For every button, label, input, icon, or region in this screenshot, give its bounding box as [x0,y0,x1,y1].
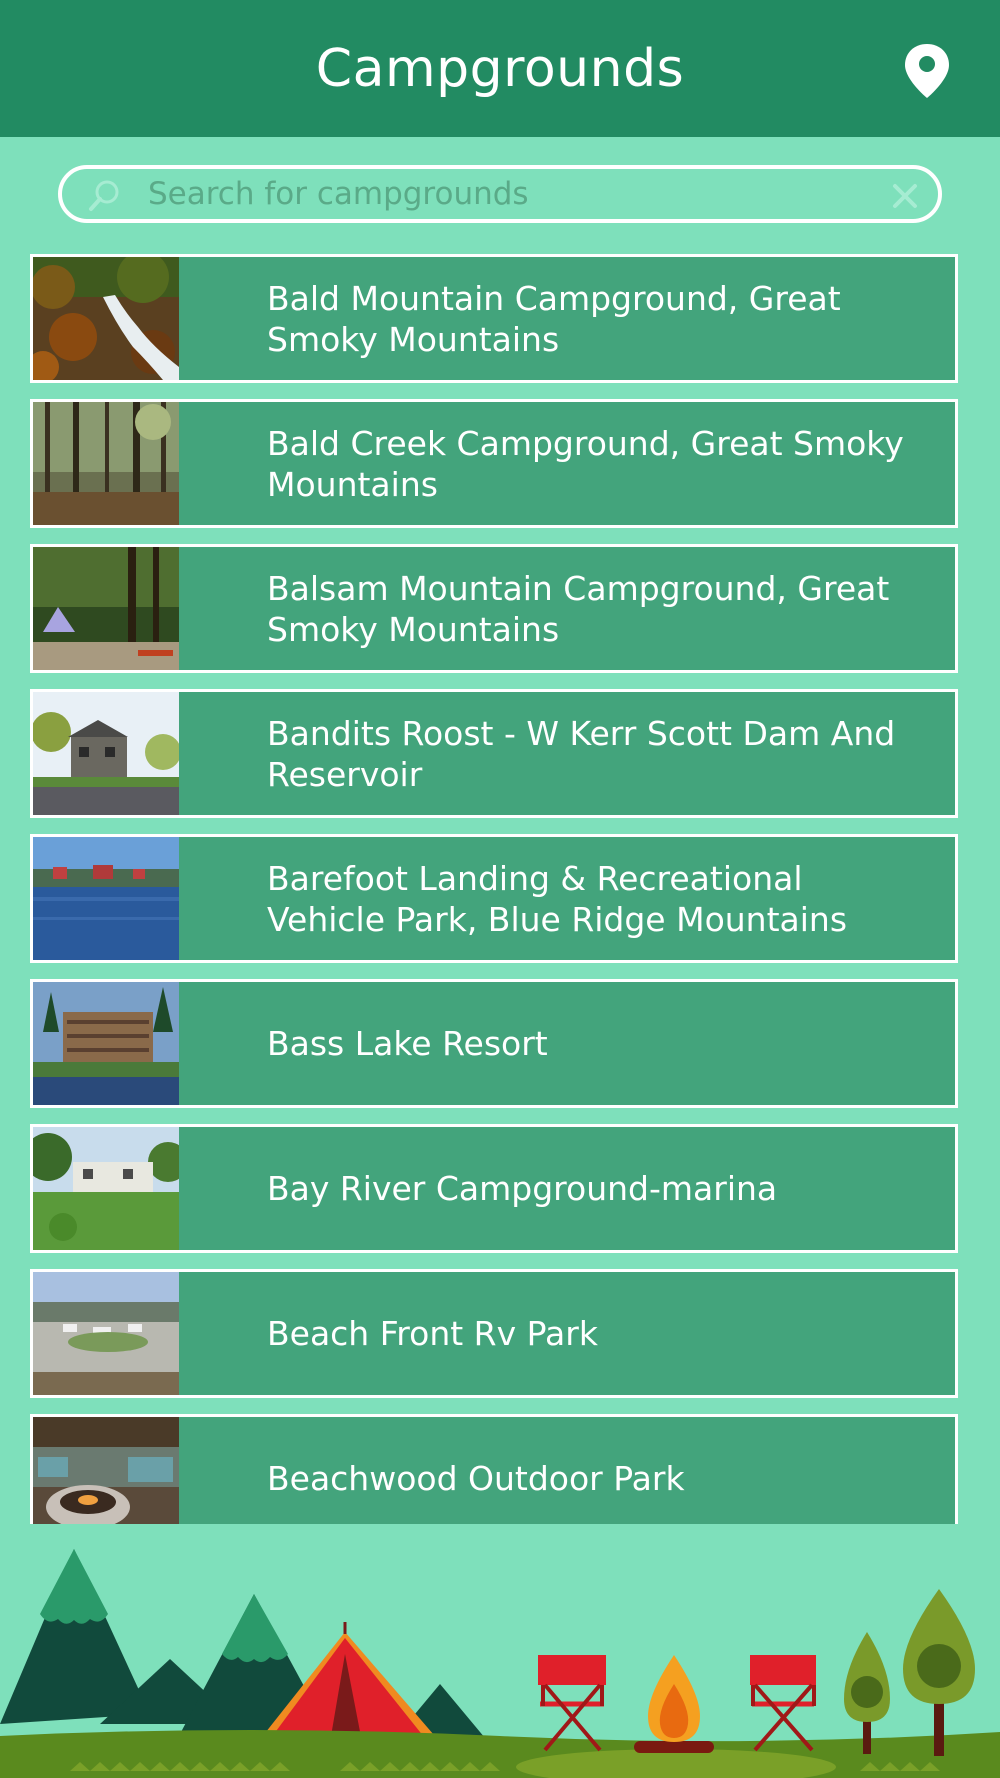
campground-name: Bald Creek Campground, Great Smoky Mount… [267,423,904,504]
campground-item[interactable]: Bald Mountain Campground, Great Smoky Mo… [30,254,958,383]
campground-name: Beachwood Outdoor Park [267,1459,685,1498]
search-bar[interactable] [58,165,942,223]
page-title: Campgrounds [315,38,685,99]
forest-photo [33,402,179,525]
campground-name: Beach Front Rv Park [267,1314,598,1353]
tent-forest-photo [33,547,179,670]
map-pin-icon[interactable] [902,42,952,100]
campground-item[interactable]: Beachwood Outdoor Park [30,1414,958,1524]
campground-name: Bass Lake Resort [267,1024,548,1063]
campground-name: Balsam Mountain Campground, Great Smoky … [267,568,890,649]
fire-pit-photo [33,1417,179,1524]
campground-name: Barefoot Landing & Recreational Vehicle … [267,858,848,939]
campsite-illustration [0,1524,1000,1778]
campground-item[interactable]: Bay River Campground-marina [30,1124,958,1253]
close-icon[interactable] [890,181,920,211]
campground-item[interactable]: Bald Creek Campground, Great Smoky Mount… [30,399,958,528]
campground-name: Bald Mountain Campground, Great Smoky Mo… [267,278,841,359]
search-input[interactable] [148,173,828,215]
lake-photo [33,837,179,960]
rv-park-photo [33,1272,179,1395]
creek-forest-photo [33,257,179,380]
campground-item[interactable]: Barefoot Landing & Recreational Vehicle … [30,834,958,963]
building-photo [33,692,179,815]
house-lawn-photo [33,1127,179,1250]
campground-list[interactable]: Bald Mountain Campground, Great Smoky Mo… [30,254,958,1524]
search-icon [86,178,122,214]
campground-item[interactable]: Balsam Mountain Campground, Great Smoky … [30,544,958,673]
campground-item[interactable]: Bandits Roost - W Kerr Scott Dam And Res… [30,689,958,818]
campground-name: Bandits Roost - W Kerr Scott Dam And Res… [267,713,896,794]
campground-name: Bay River Campground-marina [267,1169,778,1208]
app-header: Campgrounds [0,0,1000,137]
campground-item[interactable]: Bass Lake Resort [30,979,958,1108]
campground-item[interactable]: Beach Front Rv Park [30,1269,958,1398]
resort-lake-photo [33,982,179,1105]
